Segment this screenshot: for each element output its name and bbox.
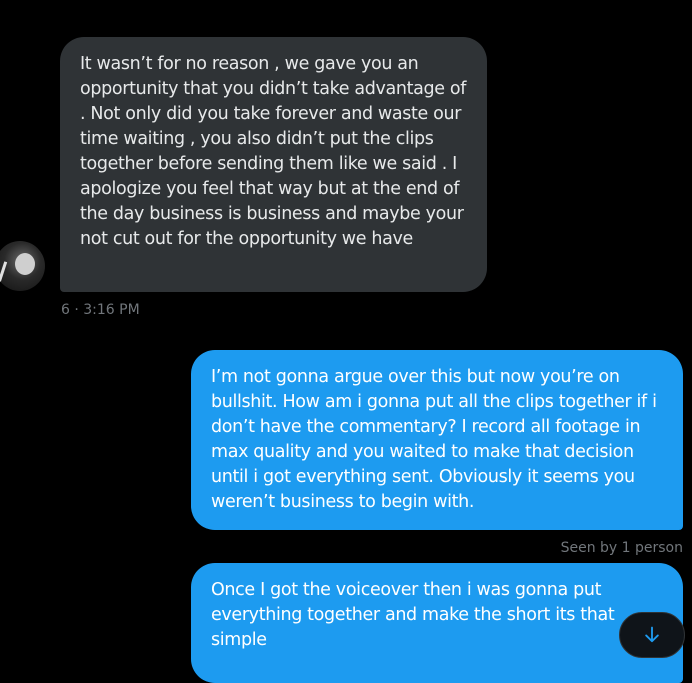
outgoing-message-bubble[interactable]: Once I got the voiceover then i was gonn… <box>191 563 683 683</box>
seen-status: Seen by 1 person <box>560 540 683 556</box>
avatar[interactable] <box>0 241 45 291</box>
avatar-sword <box>0 261 8 291</box>
message-timestamp: 6 · 3:16 PM <box>61 302 140 318</box>
avatar-face <box>15 253 35 275</box>
incoming-message-bubble[interactable]: It wasn’t for no reason , we gave you an… <box>60 37 487 292</box>
outgoing-message-bubble[interactable]: I’m not gonna argue over this but now yo… <box>191 350 683 530</box>
scroll-to-bottom-button[interactable] <box>619 612 685 658</box>
arrow-down-icon <box>645 626 659 643</box>
